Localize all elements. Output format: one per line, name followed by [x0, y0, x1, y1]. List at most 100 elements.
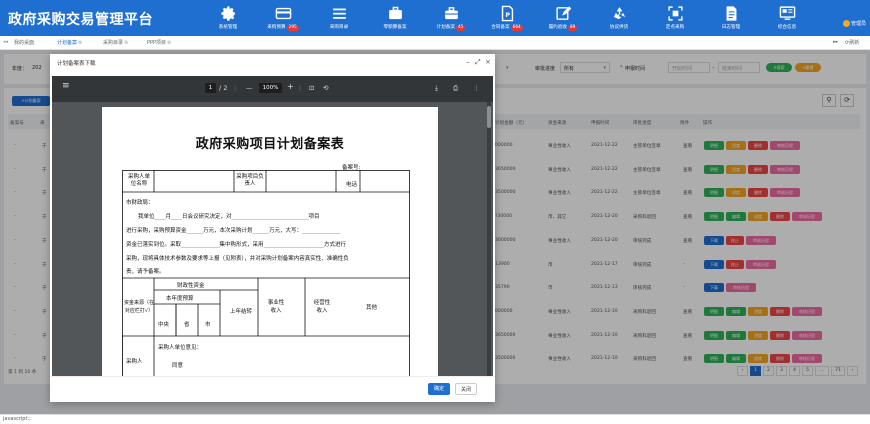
agree-text: 同意	[172, 363, 184, 369]
purchaser-row-label: 采购人	[126, 359, 143, 365]
user-menu[interactable]: 管理员	[842, 20, 866, 27]
close-icon[interactable]: ⊗	[124, 40, 128, 46]
nav-log-management[interactable]: 日志管理	[708, 2, 754, 34]
refresh-button[interactable]: ⟳刷新	[845, 39, 859, 46]
nav-plan-record[interactable]: 计划备案 45	[428, 2, 474, 34]
nav-label: 合同备案	[491, 25, 510, 30]
nav-acceptance[interactable]: 履约验收 89	[540, 2, 586, 34]
tab-ppp[interactable]: PPP项目⊗	[147, 39, 171, 46]
browser-status-bar: javascript:;	[0, 414, 870, 424]
nav-label: 日志管理	[721, 25, 741, 30]
fiscal-funds-label: 财政性资金	[177, 283, 205, 289]
briefcase-icon	[388, 6, 402, 20]
purchaser-name-label: 采购人单位名称	[126, 174, 152, 188]
user-name: 管理员	[850, 21, 866, 27]
project-leader-text: 采购项目负责人	[236, 174, 264, 187]
rotate-icon[interactable]: ⟲	[323, 84, 328, 92]
pdf-download-dialog: 计划备案表下载 – ⤢ × ≡ 1 / 2 | — 100% + | ⊡ ⟲ ⤓…	[50, 54, 495, 402]
project-leader-label: 采购项目负责人	[236, 174, 264, 188]
minimize-icon[interactable]: –	[466, 58, 470, 66]
svg-text:P: P	[505, 11, 510, 19]
app-title: 政府采购交易管理平台	[8, 12, 153, 28]
tab-label: 采购目录	[103, 40, 124, 46]
confirm-button[interactable]: 确定	[428, 383, 450, 395]
nav-zero-budget-record[interactable]: 零额算备案	[372, 2, 418, 34]
purchaser-name-text: 采购人单位名称	[127, 174, 150, 187]
tab-label: 我的桌面	[14, 40, 35, 46]
print-icon[interactable]: ⎙	[453, 84, 458, 93]
toolbar-divider: |	[234, 84, 237, 92]
tab-plan-record[interactable]: 计划备案⊗	[57, 39, 82, 46]
tab-scroll-left-icon[interactable]: ◂◂	[3, 39, 8, 45]
zoom-level[interactable]: 100%	[259, 83, 282, 93]
count-badge: 664	[510, 25, 523, 31]
nav-label: 零额算备案	[383, 25, 407, 30]
zoom-out-icon[interactable]: —	[246, 84, 253, 92]
page-number-input[interactable]: 1	[205, 83, 216, 93]
nav-procurement-catalog[interactable]: 采购目录	[316, 2, 362, 34]
tab-home[interactable]: 我的桌面	[14, 39, 34, 46]
carryover-label: 上年结转	[230, 309, 253, 315]
purchaser-opinion-label: 采购人单位意见：	[158, 345, 203, 351]
declaration-line-4: 采购，现将具体技术参数及要求等上报（见附表），并对采购计划备案内容真实性、准确性…	[126, 256, 349, 262]
close-icon[interactable]: ×	[485, 58, 491, 66]
dialog-title: 计划备案表下载	[57, 61, 96, 67]
nav-label: 计划备案	[436, 25, 455, 30]
refresh-label: 刷新	[849, 40, 860, 46]
count-badge: 295	[286, 25, 299, 31]
scrollbar-thumb[interactable]	[487, 106, 491, 128]
tab-label: 计划备案	[57, 40, 78, 46]
maximize-icon[interactable]: ⤢	[475, 58, 481, 67]
pdf-viewer: ≡ 1 / 2 | — 100% + | ⊡ ⟲ ⤓ ⎙ ⋮ 政府采购项目计划备…	[52, 76, 493, 376]
tab-scroll-right-icon[interactable]: ▸▸	[833, 39, 838, 45]
close-button[interactable]: 关闭	[455, 383, 477, 395]
more-options-icon[interactable]: ⋮	[473, 84, 480, 92]
zoom-in-icon[interactable]: +	[287, 82, 294, 91]
operating-income-label: 经营性收入	[313, 300, 331, 314]
close-icon[interactable]: ⊗	[78, 40, 82, 46]
close-icon[interactable]: ⊗	[167, 40, 171, 46]
log-document-icon	[726, 6, 736, 21]
top-header: 政府采购交易管理平台 系统管理 采购预算 295 采购目录 零额算备案 计划备案 4…	[0, 0, 870, 36]
declaration-line-2: 进行采购，采购预算资金______万元，本次采购计划______万元，大写：__…	[126, 228, 341, 234]
count-badge: 89	[567, 25, 578, 31]
nav-agreement-supply[interactable]: 协议供货	[596, 2, 642, 34]
user-avatar-icon	[842, 20, 850, 27]
other-label: 其他	[366, 305, 378, 311]
list-icon	[332, 8, 346, 19]
business-income-label: 事业性收入	[267, 300, 285, 314]
toolbar-divider: |	[299, 84, 302, 92]
nav-label: 采购预算	[267, 25, 286, 30]
finance-bureau-text: 市财政局：	[126, 200, 154, 206]
target-frame-icon	[667, 6, 683, 21]
annual-budget-label: 本年度预算	[166, 296, 194, 302]
nav-general-info[interactable]: 综合信息	[764, 2, 810, 34]
nav-label: 采购目录	[329, 25, 349, 30]
phone-label: 电话	[346, 182, 358, 188]
page-total: / 2	[219, 84, 228, 92]
declaration-line-3: 资金已落实到位。采取______________集中购形式，采用________…	[126, 242, 347, 248]
nav-label: 履约验收	[548, 25, 567, 30]
download-icon[interactable]: ⤓	[435, 84, 438, 93]
nav-designated-procurement[interactable]: 定点采购	[652, 2, 698, 34]
toolbox-icon	[444, 7, 458, 20]
count-badge: 45	[455, 25, 466, 31]
menu-icon[interactable]: ≡	[62, 81, 70, 91]
nav-procurement-budget[interactable]: 采购预算 295	[260, 2, 306, 34]
monitor-info-icon	[779, 6, 795, 20]
city-label: 市	[205, 322, 211, 328]
nav-system-management[interactable]: 系统管理	[205, 2, 251, 34]
nav-label: 系统管理	[218, 25, 238, 30]
recycle-icon	[613, 7, 625, 20]
fit-page-icon[interactable]: ⊡	[309, 84, 314, 92]
central-label: 中央	[158, 322, 170, 328]
pdf-scrollbar[interactable]	[487, 102, 491, 376]
declaration-line-5: 责，请予备案。	[126, 269, 165, 275]
tab-bar: ◂◂ 我的桌面 计划备案⊗ 采购目录⊗ PPP项目⊗ ▸▸ ⟳刷新	[0, 36, 870, 50]
pdf-toolbar: ≡ 1 / 2 | — 100% + | ⊡ ⟲ ⤓ ⎙ ⋮	[52, 76, 493, 102]
nav-label: 定点采购	[665, 25, 685, 30]
status-url: javascript:;	[3, 416, 31, 422]
tab-catalog[interactable]: 采购目录⊗	[103, 39, 128, 46]
document-p-icon: P	[501, 5, 513, 22]
nav-contract-record[interactable]: P 合同备案 664	[484, 2, 530, 34]
